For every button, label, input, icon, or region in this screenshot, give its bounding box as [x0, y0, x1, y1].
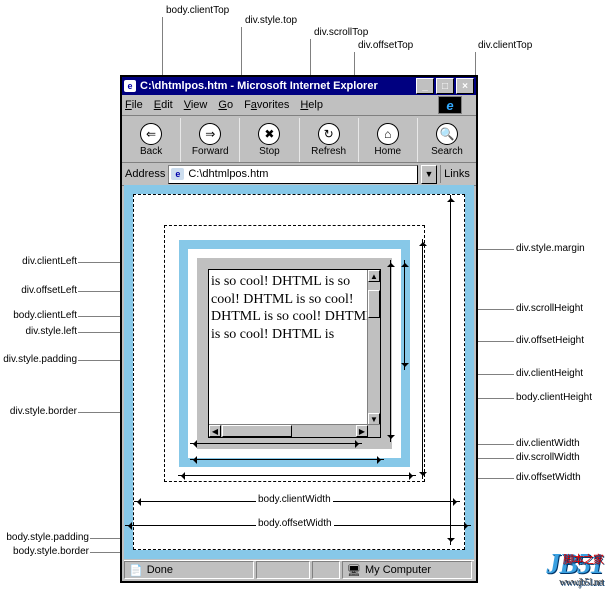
- menu-go[interactable]: Go: [218, 99, 233, 111]
- diagram-stage: body.clientTop div.style.top div.scrollT…: [0, 0, 609, 602]
- label-div-style-margin: div.style.margin: [516, 243, 585, 254]
- label-div-clientWidth: div.clientWidth: [516, 438, 580, 449]
- status-spacer: [256, 561, 310, 579]
- label-div-style-border: div.style.border: [10, 406, 77, 417]
- search-icon: 🔍: [436, 123, 458, 145]
- maximize-button[interactable]: □: [436, 78, 454, 94]
- menu-view[interactable]: View: [184, 99, 208, 111]
- div-text: is so cool! DHTML is so cool! DHTML is s…: [209, 270, 380, 346]
- vertical-scrollbar[interactable]: ▲ ▼: [367, 270, 380, 425]
- dimlabel-body-clientWidth: body.clientWidth: [256, 494, 333, 505]
- address-label: Address: [125, 168, 165, 180]
- horizontal-scrollbar[interactable]: ◀ ▶: [209, 424, 380, 437]
- label-div-scrollHeight: div.scrollHeight: [516, 303, 583, 314]
- links-button[interactable]: Links: [440, 165, 473, 183]
- dimlabel-body-offsetWidth: body.offsetWidth: [256, 518, 334, 529]
- menu-edit[interactable]: Edit: [154, 99, 173, 111]
- window-title: C:\dhtmlpos.htm - Microsoft Internet Exp…: [140, 80, 378, 92]
- tool-label: Back: [140, 146, 162, 157]
- tool-label: Search: [431, 146, 463, 157]
- home-icon: ⌂: [377, 123, 399, 145]
- address-dropdown[interactable]: ▼: [421, 165, 437, 184]
- forward-icon: ⇒: [199, 123, 221, 145]
- minimize-button[interactable]: _: [416, 78, 434, 94]
- page-icon: 📄: [129, 564, 143, 577]
- menu-file[interactable]: File: [125, 99, 143, 111]
- scroll-up-button[interactable]: ▲: [368, 270, 380, 282]
- tool-search[interactable]: 🔍Search: [418, 118, 476, 162]
- status-security: [312, 561, 340, 579]
- menu-favorites[interactable]: Favorites: [244, 99, 289, 111]
- label-div-offsetLeft: div.offsetLeft: [21, 285, 77, 296]
- document-client: is so cool! DHTML is so cool! DHTML is s…: [124, 185, 474, 559]
- computer-icon: 🖥: [347, 564, 361, 577]
- label-div-offsetTop: div.offsetTop: [358, 40, 413, 51]
- label-div-style-padding: div.style.padding: [3, 354, 77, 365]
- close-button[interactable]: ×: [456, 78, 474, 94]
- label-body-clientLeft: body.clientLeft: [13, 310, 77, 321]
- tool-label: Forward: [192, 146, 229, 157]
- label-div-scrollTop: div.scrollTop: [314, 27, 368, 38]
- dim-div-offsetHeight: [422, 239, 423, 479]
- label-div-offsetWidth: div.offsetWidth: [516, 472, 581, 483]
- dim-div-scrollWidth: [190, 459, 384, 460]
- menu-help[interactable]: Help: [300, 99, 323, 111]
- toolbar: ⇐Back ⇒Forward ✖Stop ↻Refresh ⌂Home 🔍Sea…: [122, 116, 476, 163]
- back-icon: ⇐: [140, 123, 162, 145]
- scroll-thumb-h[interactable]: [222, 425, 292, 437]
- dim-div-clientWidth: [190, 443, 362, 444]
- label-body-clientHeight: body.clientHeight: [516, 392, 592, 403]
- dim-body-clientHeight: [450, 195, 451, 545]
- div-content: is so cool! DHTML is so cool! DHTML is s…: [208, 269, 381, 438]
- scroll-right-button[interactable]: ▶: [356, 425, 368, 437]
- lead: [78, 316, 126, 317]
- scroll-left-button[interactable]: ◀: [209, 425, 221, 437]
- titlebar[interactable]: e C:\dhtmlpos.htm - Microsoft Internet E…: [122, 77, 476, 95]
- dim-div-clientHeight: [390, 260, 391, 442]
- status-zone: My Computer: [365, 564, 431, 576]
- refresh-icon: ↻: [318, 123, 340, 145]
- label-div-scrollWidth: div.scrollWidth: [516, 452, 580, 463]
- watermark-cn: 脚本之家: [563, 551, 603, 567]
- tool-stop[interactable]: ✖Stop: [240, 118, 299, 162]
- tool-back[interactable]: ⇐Back: [122, 118, 181, 162]
- status-zone-cell: 🖥 My Computer: [342, 561, 472, 579]
- label-div-clientHeight: div.clientHeight: [516, 368, 583, 379]
- label-div-offsetHeight: div.offsetHeight: [516, 335, 584, 346]
- label-div-clientTop: div.clientTop: [478, 40, 532, 51]
- tool-home[interactable]: ⌂Home: [359, 118, 418, 162]
- ie-logo-icon: e: [438, 96, 462, 114]
- label-div-style-top: div.style.top: [245, 15, 297, 26]
- statusbar: 📄 Done 🖥 My Computer: [124, 560, 474, 579]
- div-padding: is so cool! DHTML is so cool! DHTML is s…: [197, 258, 392, 449]
- address-field[interactable]: e C:\dhtmlpos.htm: [168, 165, 418, 184]
- menubar: File Edit View Go Favorites Help e: [122, 95, 476, 116]
- page-icon: e: [171, 168, 184, 180]
- label-div-clientLeft: div.clientLeft: [22, 256, 77, 267]
- ie-icon: e: [124, 80, 136, 92]
- size-grip: [368, 425, 380, 437]
- scroll-thumb[interactable]: [368, 290, 380, 318]
- tool-forward[interactable]: ⇒Forward: [181, 118, 240, 162]
- address-bar: Address e C:\dhtmlpos.htm ▼ Links: [122, 163, 476, 186]
- label-body-clientTop: body.clientTop: [166, 5, 229, 16]
- dim-div-scrollHeight: [404, 260, 405, 370]
- address-value: C:\dhtmlpos.htm: [188, 168, 268, 180]
- div-border: is so cool! DHTML is so cool! DHTML is s…: [179, 240, 410, 467]
- tool-label: Stop: [259, 146, 280, 157]
- stop-icon: ✖: [258, 123, 280, 145]
- dim-div-offsetWidth: [178, 475, 416, 476]
- status-done-cell: 📄 Done: [124, 561, 254, 579]
- label-body-style-padding: body.style.padding: [6, 532, 89, 543]
- label-body-style-border: body.style.border: [13, 546, 89, 557]
- tool-label: Refresh: [311, 146, 346, 157]
- tool-label: Home: [374, 146, 401, 157]
- tool-refresh[interactable]: ↻Refresh: [300, 118, 359, 162]
- status-done: Done: [147, 564, 173, 576]
- label-div-style-left: div.style.left: [26, 326, 78, 337]
- ie-window: e C:\dhtmlpos.htm - Microsoft Internet E…: [120, 75, 478, 583]
- watermark: 脚本之家 JB51 www.jb51.net: [546, 549, 603, 588]
